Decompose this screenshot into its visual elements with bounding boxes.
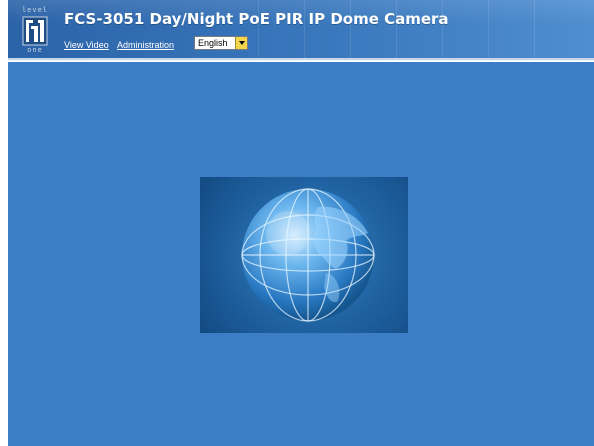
chevron-down-icon[interactable] [235,37,247,49]
globe-icon [200,177,408,333]
levelone-logo-icon: level one [20,6,50,54]
main-content [8,62,594,446]
logo-bottom-text: one [27,46,43,54]
page-title: FCS-3051 Day/Night PoE PIR IP Dome Camer… [64,10,449,28]
language-selected-value: English [198,38,228,48]
header-banner: level one FCS-3051 Day/Night PoE PIR IP … [8,0,594,58]
globe-image [200,177,408,333]
language-select[interactable]: English [194,36,248,50]
camera-web-page: level one FCS-3051 Day/Night PoE PIR IP … [0,0,594,446]
view-video-link[interactable]: View Video [64,40,109,50]
header-divider [8,58,594,61]
administration-link[interactable]: Administration [117,40,174,50]
